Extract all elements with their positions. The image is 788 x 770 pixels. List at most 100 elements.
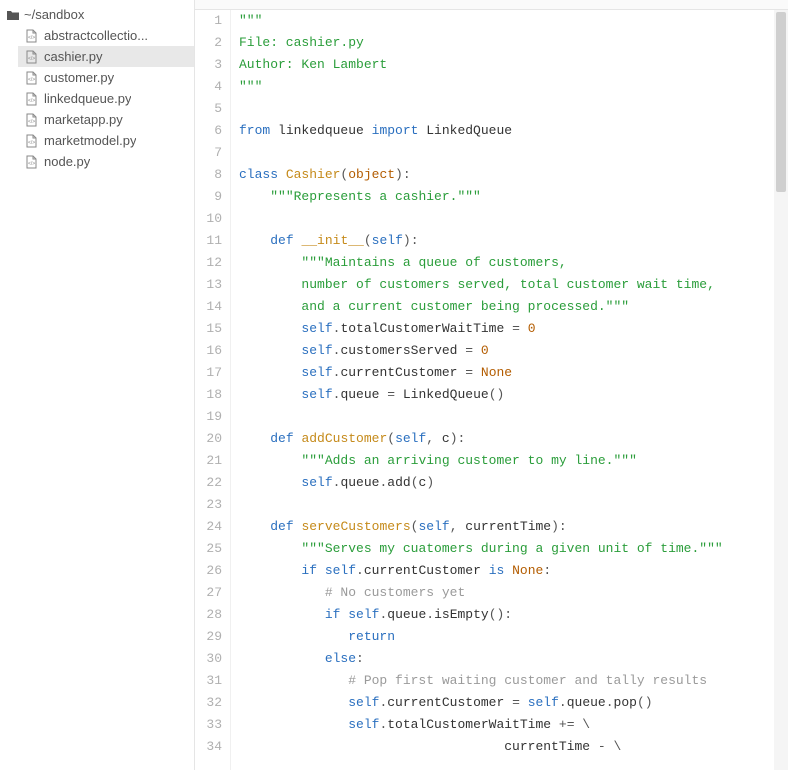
vertical-scrollbar[interactable]	[774, 10, 788, 770]
line-number: 23	[195, 494, 222, 516]
code-line: currentTime - \	[239, 736, 788, 758]
line-number: 26	[195, 560, 222, 582]
code-line	[239, 494, 788, 516]
file-item[interactable]: </> customer.py	[18, 67, 194, 88]
tree-root-label: ~/sandbox	[24, 7, 84, 22]
svg-text:</>: </>	[28, 77, 35, 83]
code-line: def __init__(self):	[239, 230, 788, 252]
editor-panel: 1234567891011121314151617181920212223242…	[195, 0, 788, 770]
line-number: 2	[195, 32, 222, 54]
svg-text:</>: </>	[28, 56, 35, 62]
line-number: 12	[195, 252, 222, 274]
file-item[interactable]: </> cashier.py	[18, 46, 194, 67]
line-number: 24	[195, 516, 222, 538]
code-line: number of customers served, total custom…	[239, 274, 788, 296]
code-area[interactable]: """File: cashier.pyAuthor: Ken Lambert""…	[231, 10, 788, 770]
file-item[interactable]: </> linkedqueue.py	[18, 88, 194, 109]
code-line: File: cashier.py	[239, 32, 788, 54]
line-number: 16	[195, 340, 222, 362]
editor-toolbar	[195, 0, 788, 10]
code-line: """Serves my cuatomers during a given un…	[239, 538, 788, 560]
file-list: </>abstractcollectio...</>cashier.py</>c…	[0, 25, 194, 172]
code-line: else:	[239, 648, 788, 670]
line-number: 18	[195, 384, 222, 406]
line-number: 29	[195, 626, 222, 648]
tree-root-folder[interactable]: ~/sandbox	[0, 4, 194, 25]
line-number: 13	[195, 274, 222, 296]
file-icon: </>	[24, 134, 38, 148]
code-line: def serveCustomers(self, currentTime):	[239, 516, 788, 538]
line-number: 25	[195, 538, 222, 560]
file-item[interactable]: </>abstractcollectio...	[18, 25, 194, 46]
code-line: self.currentCustomer = None	[239, 362, 788, 384]
code-line: if self.queue.isEmpty():	[239, 604, 788, 626]
code-line: """Represents a cashier."""	[239, 186, 788, 208]
code-line: self.customersServed = 0	[239, 340, 788, 362]
line-number: 22	[195, 472, 222, 494]
line-number-gutter: 1234567891011121314151617181920212223242…	[195, 10, 231, 770]
code-line	[239, 98, 788, 120]
line-number: 11	[195, 230, 222, 252]
line-number: 27	[195, 582, 222, 604]
line-number: 3	[195, 54, 222, 76]
code-line: if self.currentCustomer is None:	[239, 560, 788, 582]
code-line: Author: Ken Lambert	[239, 54, 788, 76]
line-number: 28	[195, 604, 222, 626]
line-number: 32	[195, 692, 222, 714]
file-icon: </>	[24, 29, 38, 43]
line-number: 33	[195, 714, 222, 736]
file-item-label: marketmodel.py	[44, 133, 136, 148]
file-item-label: linkedqueue.py	[44, 91, 131, 106]
file-item-label: customer.py	[44, 70, 114, 85]
line-number: 4	[195, 76, 222, 98]
code-line: def addCustomer(self, c):	[239, 428, 788, 450]
code-line	[239, 208, 788, 230]
code-line: """Maintains a queue of customers,	[239, 252, 788, 274]
line-number: 14	[195, 296, 222, 318]
code-line: class Cashier(object):	[239, 164, 788, 186]
svg-text:</>: </>	[28, 140, 35, 146]
line-number: 20	[195, 428, 222, 450]
file-item[interactable]: </>node.py	[18, 151, 194, 172]
code-line	[239, 406, 788, 428]
code-line: return	[239, 626, 788, 648]
file-icon: </>	[24, 50, 38, 64]
file-item-label: cashier.py	[44, 49, 103, 64]
code-line: """Adds an arriving customer to my line.…	[239, 450, 788, 472]
line-number: 9	[195, 186, 222, 208]
code-line: # Pop first waiting customer and tally r…	[239, 670, 788, 692]
code-line: self.queue = LinkedQueue()	[239, 384, 788, 406]
code-line: # No customers yet	[239, 582, 788, 604]
line-number: 6	[195, 120, 222, 142]
line-number: 5	[195, 98, 222, 120]
svg-text:</>: </>	[28, 161, 35, 167]
line-number: 34	[195, 736, 222, 758]
code-line: """	[239, 76, 788, 98]
code-line: """	[239, 10, 788, 32]
line-number: 15	[195, 318, 222, 340]
code-line: and a current customer being processed."…	[239, 296, 788, 318]
file-item[interactable]: </> marketapp.py	[18, 109, 194, 130]
code-line: self.totalCustomerWaitTime = 0	[239, 318, 788, 340]
file-icon: </>	[24, 71, 38, 85]
code-line	[239, 142, 788, 164]
line-number: 8	[195, 164, 222, 186]
line-number: 21	[195, 450, 222, 472]
folder-icon	[6, 9, 20, 21]
file-item-label: marketapp.py	[44, 112, 123, 127]
editor-body[interactable]: 1234567891011121314151617181920212223242…	[195, 10, 788, 770]
line-number: 19	[195, 406, 222, 428]
file-icon: </>	[24, 113, 38, 127]
scrollbar-thumb[interactable]	[776, 12, 786, 192]
line-number: 10	[195, 208, 222, 230]
line-number: 31	[195, 670, 222, 692]
svg-text:</>: </>	[28, 98, 35, 104]
line-number: 30	[195, 648, 222, 670]
svg-text:</>: </>	[28, 35, 35, 41]
svg-text:</>: </>	[28, 119, 35, 125]
file-item[interactable]: </> marketmodel.py	[18, 130, 194, 151]
line-number: 7	[195, 142, 222, 164]
code-line: self.totalCustomerWaitTime += \	[239, 714, 788, 736]
file-icon: </>	[24, 92, 38, 106]
file-icon: </>	[24, 155, 38, 169]
